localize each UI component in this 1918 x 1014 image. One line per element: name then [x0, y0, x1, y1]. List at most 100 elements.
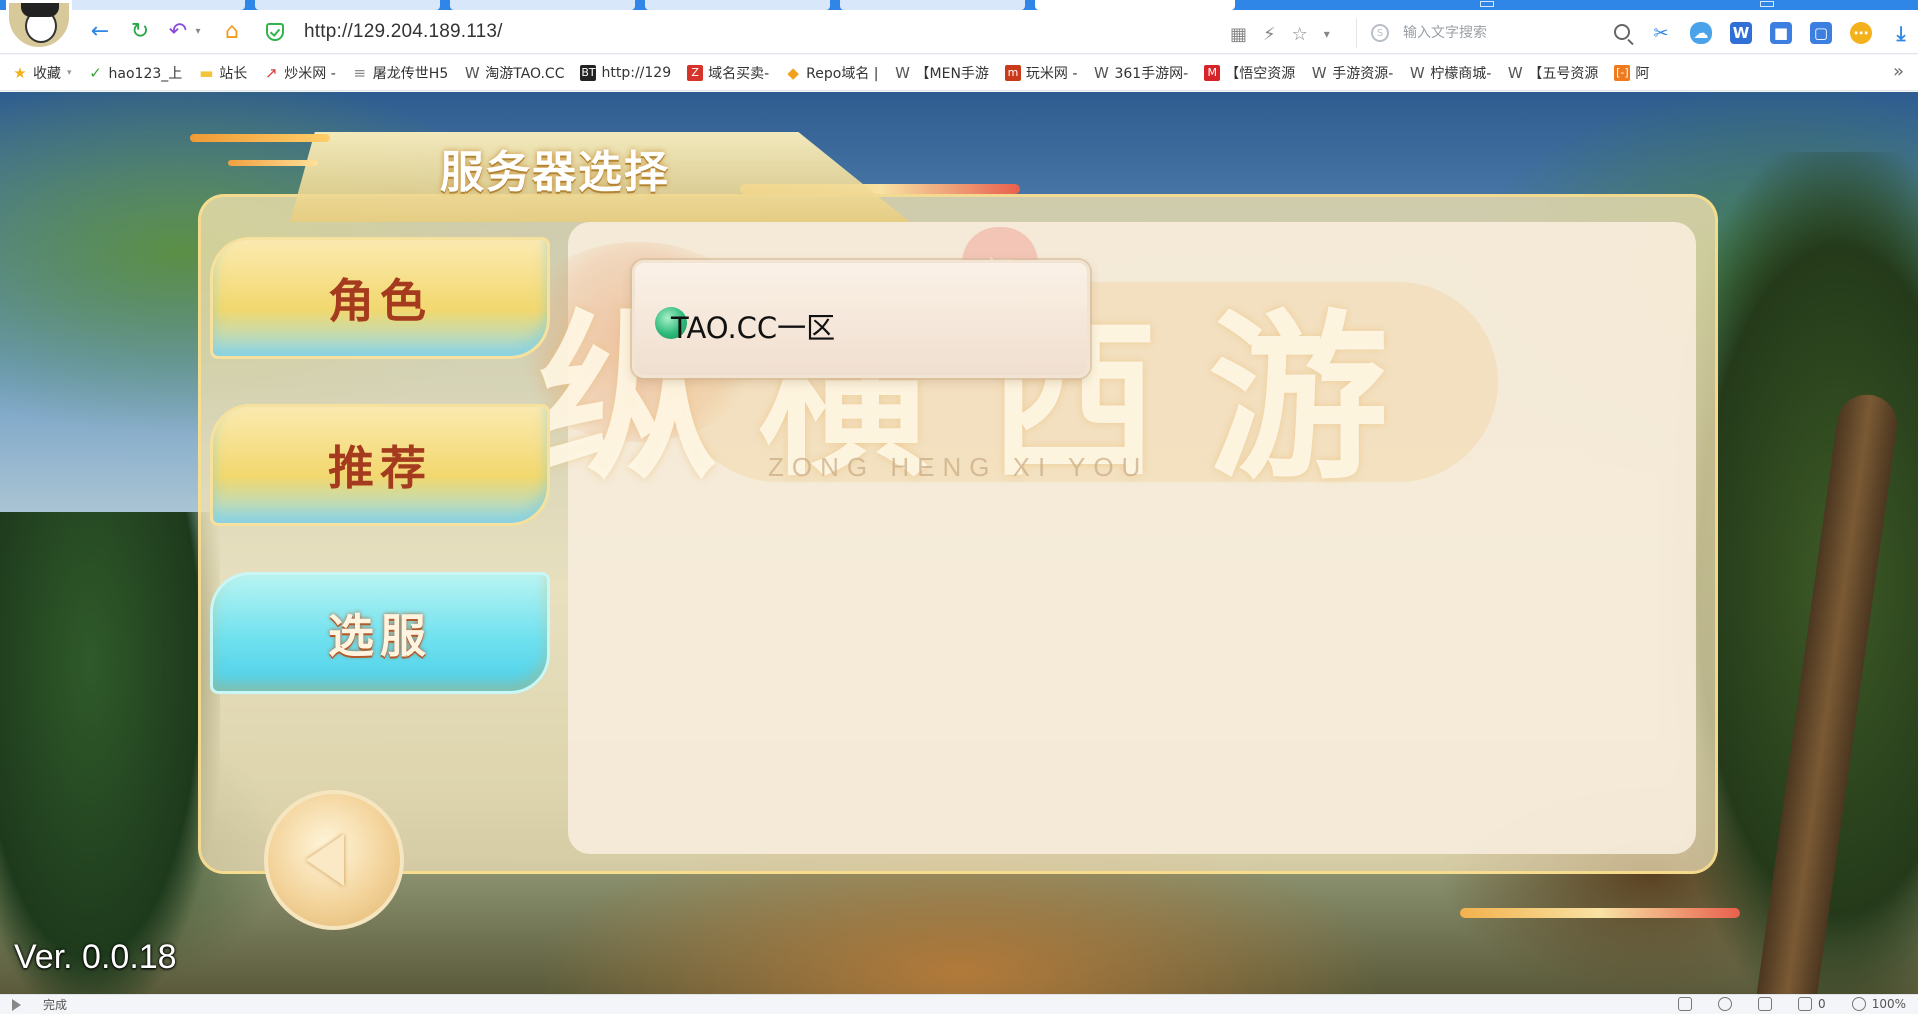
more-icon[interactable]: ⋯	[1850, 22, 1872, 44]
repo-icon: ◆	[787, 63, 799, 82]
bookmark-item[interactable]: m 玩米网 -	[1004, 63, 1077, 83]
browser-tab[interactable]	[60, 0, 245, 10]
bt-icon: BT	[580, 64, 597, 81]
navigation-bar: ← ↻ ↶ ▾ ⌂ http://129.204.189.113/ ▦ ⚡ ☆ …	[0, 10, 1918, 54]
bookmark-label: 【MEN手游	[915, 65, 989, 82]
bookmark-item[interactable]: M 【悟空资源	[1204, 63, 1295, 83]
bookmark-label: http://129	[601, 64, 672, 81]
decorative-streak	[228, 160, 318, 166]
bookmark-label: 屠龙传世H5	[372, 65, 449, 82]
address-bar[interactable]: http://129.204.189.113/	[266, 17, 1316, 47]
chevron-down-icon[interactable]: ▾	[192, 20, 204, 44]
bookmark-label: hao123_上	[108, 65, 183, 82]
wanmi-icon: m	[1004, 64, 1021, 81]
bookmark-label: 炒米网 -	[284, 65, 336, 82]
browser-tab[interactable]	[840, 0, 1025, 10]
bookmark-label: 站长	[219, 65, 248, 82]
browser-tab[interactable]	[450, 0, 635, 10]
print-icon[interactable]	[1758, 997, 1773, 1011]
scissors-icon[interactable]: ✂	[1650, 22, 1672, 44]
back-icon[interactable]: ←	[88, 20, 112, 44]
browser-tab[interactable]	[255, 0, 440, 10]
browser-tab[interactable]	[645, 0, 830, 10]
cloud-icon[interactable]: ☁	[1690, 22, 1712, 44]
m-icon: M	[1204, 64, 1221, 81]
tab-label: 角色	[328, 274, 432, 328]
bookmark-label: 【悟空资源	[1225, 65, 1296, 82]
url-text[interactable]: http://129.204.189.113/	[304, 21, 503, 43]
back-arrow-icon	[306, 834, 344, 886]
tab-role[interactable]: 角色	[210, 237, 550, 359]
bookmark-item[interactable]: [-] 阿	[1614, 63, 1649, 83]
chevron-down-icon[interactable]: ▾	[67, 68, 72, 78]
bookmarks-bar: ★ 收藏 ▾ ✓ hao123_上 ▬ 站长 ↗ 炒米网 - ≡ 屠龙传世H5 W 淘游TAO.CC BT…	[0, 55, 1918, 91]
bookmark-star-icon[interactable]: ☆	[1292, 24, 1308, 45]
undo-icon[interactable]: ↶	[166, 20, 190, 44]
search-input[interactable]	[1403, 25, 1613, 41]
lightning-icon[interactable]: ⚡	[1263, 24, 1276, 45]
bookmark-item[interactable]: Z 域名买卖-	[687, 63, 769, 83]
search-icon[interactable]	[1614, 24, 1630, 40]
reload-icon[interactable]: ↻	[128, 20, 152, 44]
word-icon[interactable]: W	[1730, 22, 1752, 44]
bookmark-item[interactable]: ★ 收藏 ▾	[12, 63, 72, 83]
background-tree-left	[0, 512, 220, 994]
browser-tab-active[interactable]	[1035, 0, 1235, 10]
qr-code-icon[interactable]: ▦	[1230, 24, 1247, 45]
bookmark-item[interactable]: W 柠檬商城-	[1409, 63, 1491, 83]
window-maximize-icon[interactable]	[1760, 1, 1774, 7]
bookmark-label: 柠檬商城-	[1430, 65, 1492, 82]
bookmark-item[interactable]: BT http://129	[580, 64, 672, 81]
tab-recommend[interactable]: 推荐	[210, 404, 550, 526]
wordpress-icon: W	[464, 63, 480, 82]
decorative-streak	[1460, 908, 1740, 918]
play-icon[interactable]	[12, 998, 21, 1011]
page-icon: ≡	[353, 63, 367, 82]
search-engine-icon[interactable]: S	[1371, 24, 1389, 42]
bookmark-item[interactable]: W 361手游网-	[1093, 63, 1188, 83]
window-minimize-icon[interactable]	[1480, 1, 1494, 7]
bookmark-label: 淘游TAO.CC	[485, 65, 565, 82]
more-bookmarks-icon[interactable]: »	[1893, 61, 1904, 82]
domain-icon: Z	[687, 64, 704, 81]
download-status[interactable]: 0	[1798, 997, 1826, 1011]
shield-check-icon[interactable]	[1678, 997, 1693, 1011]
toolbar-icons: ✂ ☁ W ■ ▢ ⋯ ⤓	[1650, 21, 1912, 45]
window-icon[interactable]: ▢	[1810, 22, 1832, 44]
zoom-control[interactable]: 100%	[1851, 997, 1906, 1011]
notes-icon[interactable]: ■	[1770, 22, 1792, 44]
sound-icon[interactable]	[1718, 997, 1733, 1011]
back-button[interactable]	[264, 790, 404, 930]
bookmark-item[interactable]: ✓ hao123_上	[88, 63, 183, 83]
panel-title: 服务器选择	[440, 147, 670, 198]
zoom-icon	[1851, 997, 1866, 1011]
bookmark-item[interactable]: ▬ 站长	[198, 63, 247, 83]
search-box[interactable]: S	[1356, 18, 1636, 48]
bookmark-label: 手游资源-	[1332, 65, 1394, 82]
decorative-streak	[190, 134, 330, 142]
tab-server-select[interactable]: 选服	[210, 572, 550, 694]
chevron-down-icon[interactable]: ▾	[1324, 27, 1330, 45]
bookmark-item[interactable]: W 【五号资源	[1507, 63, 1598, 83]
bookmark-label: Repo域名 |	[806, 65, 879, 82]
bookmark-label: 【五号资源	[1528, 65, 1599, 82]
bookmark-item[interactable]: W 淘游TAO.CC	[464, 63, 565, 83]
download-icon[interactable]: ⤓	[1890, 21, 1912, 45]
server-item[interactable]: TAO.CC一区	[632, 260, 1090, 378]
bookmark-item[interactable]: W 【MEN手游	[895, 63, 989, 83]
version-label: Ver. 0.0.18	[14, 938, 177, 976]
bookmark-item[interactable]: ◆ Repo域名 |	[785, 63, 878, 83]
bookmark-label: 361手游网-	[1114, 65, 1189, 82]
bookmark-label: 域名买卖-	[708, 65, 770, 82]
wordpress-icon: W	[1311, 63, 1327, 82]
game-canvas[interactable]: 服务器选择 纵 横 西 游 ZONG HENG XI YOU 经 典 角色 推荐…	[0, 92, 1918, 994]
security-shield-icon	[266, 23, 284, 41]
wordpress-icon: W	[1094, 63, 1109, 82]
bookmark-item[interactable]: ≡ 屠龙传世H5	[352, 63, 449, 83]
status-bar: 完成 0 100%	[0, 994, 1918, 1014]
tab-label: 选服	[328, 609, 432, 663]
home-icon[interactable]: ⌂	[220, 20, 244, 44]
bookmark-item[interactable]: ↗ 炒米网 -	[263, 63, 336, 83]
bookmark-item[interactable]: W 手游资源-	[1311, 63, 1393, 83]
hao123-icon: ✓	[89, 63, 102, 82]
